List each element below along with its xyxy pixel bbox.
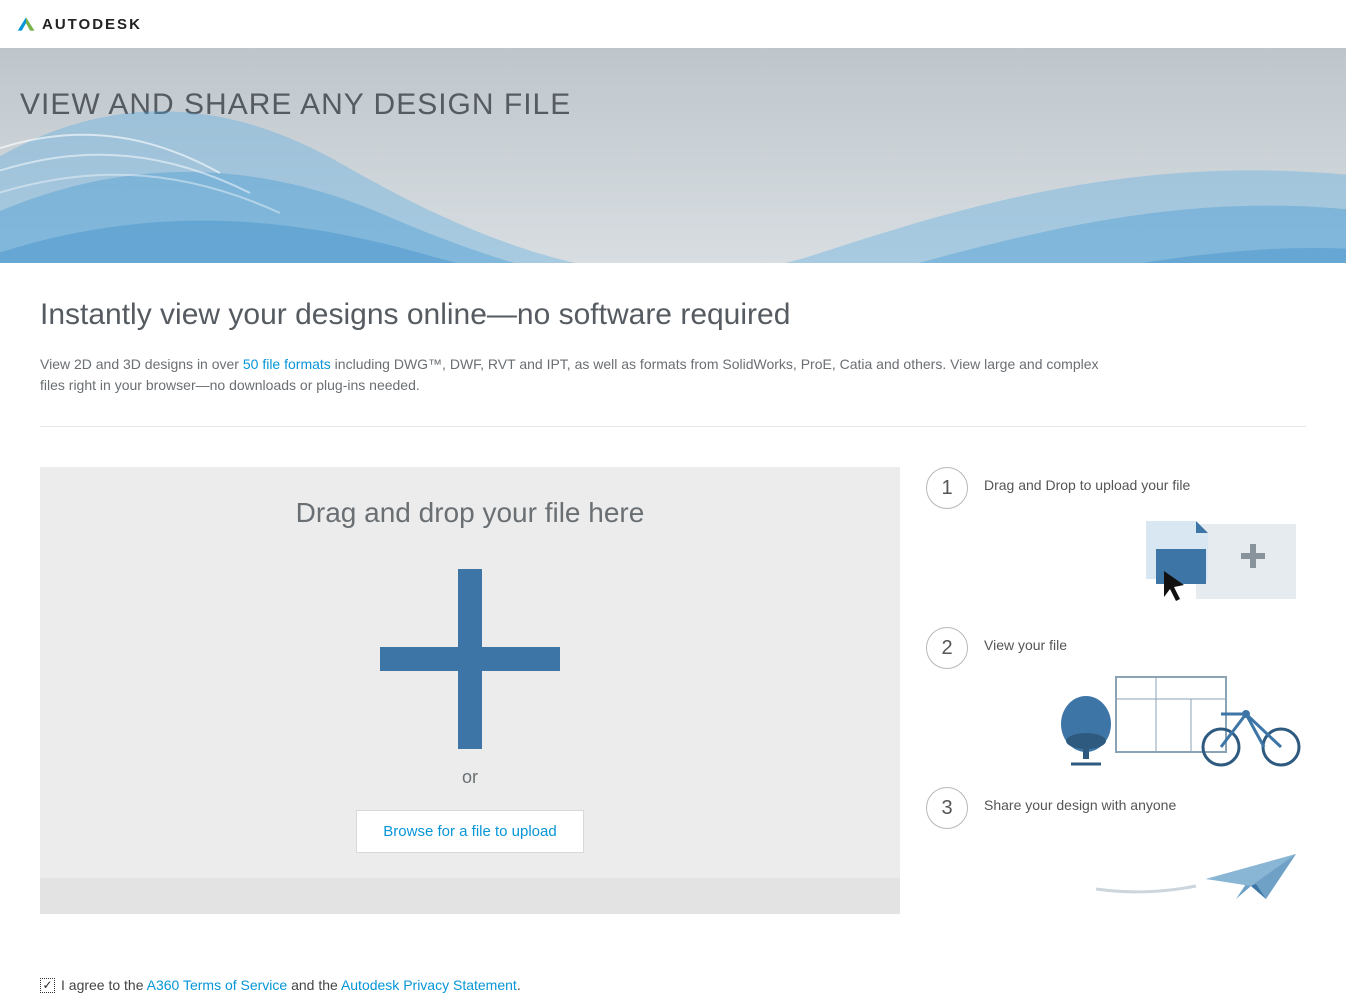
autodesk-logo-icon xyxy=(16,14,36,34)
dropzone-title: Drag and drop your file here xyxy=(296,497,645,529)
agree-middle: and the xyxy=(287,977,341,993)
privacy-link[interactable]: Autodesk Privacy Statement xyxy=(341,977,517,993)
step-2: 2 View your file xyxy=(926,627,1306,777)
step-3-number: 3 xyxy=(926,787,968,829)
or-text: or xyxy=(462,767,478,788)
step-3-label: Share your design with anyone xyxy=(984,797,1306,813)
divider xyxy=(40,426,1306,427)
page-subtext: View 2D and 3D designs in over 50 file f… xyxy=(40,354,1100,396)
upload-dropzone[interactable]: Drag and drop your file here or Browse f… xyxy=(40,467,900,914)
autodesk-logo[interactable]: AUTODESK xyxy=(16,14,142,34)
agree-row: I agree to the A360 Terms of Service and… xyxy=(40,977,1306,993)
step-3: 3 Share your design with anyone xyxy=(926,787,1306,937)
autodesk-logo-text: AUTODESK xyxy=(42,16,142,33)
agree-text: I agree to the A360 Terms of Service and… xyxy=(61,977,521,993)
step-1-number: 1 xyxy=(926,467,968,509)
browse-file-button[interactable]: Browse for a file to upload xyxy=(356,810,583,853)
hero-wave-graphic xyxy=(0,48,1346,263)
step-1: 1 Drag and Drop to upload your file xyxy=(926,467,1306,617)
dropzone-footer xyxy=(40,878,900,914)
step-2-label: View your file xyxy=(984,637,1306,653)
tos-link[interactable]: A360 Terms of Service xyxy=(147,977,288,993)
main-content: Instantly view your designs online—no so… xyxy=(0,263,1346,993)
subtext-before: View 2D and 3D designs in over xyxy=(40,356,243,372)
agree-suffix: . xyxy=(517,977,521,993)
plus-icon xyxy=(380,569,560,749)
hero-banner: VIEW AND SHARE ANY DESIGN FILE xyxy=(0,48,1346,263)
header: AUTODESK xyxy=(0,0,1346,48)
columns: Drag and drop your file here or Browse f… xyxy=(40,467,1306,947)
file-formats-link[interactable]: 50 file formats xyxy=(243,356,331,372)
hero-title: VIEW AND SHARE ANY DESIGN FILE xyxy=(20,88,1346,122)
step-1-illustration xyxy=(984,509,1306,609)
step-2-illustration xyxy=(984,669,1306,769)
step-3-illustration xyxy=(984,829,1306,929)
agree-prefix: I agree to the xyxy=(61,977,147,993)
page-headline: Instantly view your designs online—no so… xyxy=(40,298,1306,332)
agree-checkbox[interactable] xyxy=(40,978,55,993)
step-1-label: Drag and Drop to upload your file xyxy=(984,477,1306,493)
step-2-number: 2 xyxy=(926,627,968,669)
steps-panel: 1 Drag and Drop to upload your file xyxy=(926,467,1306,947)
